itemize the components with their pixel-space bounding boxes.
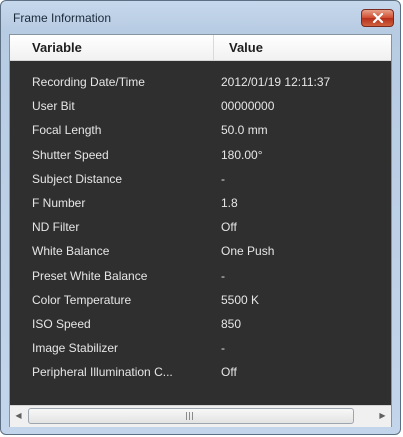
table-row[interactable]: Image Stabilizer - [10, 336, 391, 360]
value-cell: Off [221, 220, 237, 235]
variable-cell: F Number [32, 195, 86, 210]
variable-cell: White Balance [32, 244, 110, 259]
value-cell: - [221, 341, 225, 356]
variable-cell: Preset White Balance [32, 268, 148, 283]
table-row[interactable]: Peripheral Illumination C... Off [10, 360, 391, 384]
frame-info-panel: Variable Value Recording Date/Time 2012/… [9, 34, 392, 427]
variable-cell: Color Temperature [32, 292, 132, 307]
table-row[interactable]: Subject Distance - [10, 167, 391, 191]
value-cell: 2012/01/19 12:11:37 [221, 75, 331, 89]
variable-grid: Variable Value Recording Date/Time 2012/… [10, 35, 391, 405]
variable-cell: Shutter Speed [32, 147, 109, 162]
table-row[interactable]: User Bit 00000000 [10, 94, 391, 118]
caret-right-icon: ▶ [379, 411, 386, 420]
close-button[interactable] [361, 9, 394, 27]
title-bar[interactable]: Frame Information [1, 1, 400, 33]
variable-cell: ISO Speed [32, 316, 91, 331]
column-header-variable[interactable]: Variable [10, 35, 214, 60]
value-cell: 180.00° [221, 147, 263, 162]
horizontal-scrollbar[interactable]: ◀ ▶ [10, 405, 391, 427]
grid-header: Variable Value [10, 35, 391, 61]
variable-cell: Focal Length [32, 123, 102, 138]
caret-left-icon: ◀ [15, 411, 22, 420]
grip-icon [186, 412, 194, 420]
scrollbar-thumb[interactable] [28, 408, 354, 424]
table-row[interactable]: Shutter Speed 180.00° [10, 143, 391, 167]
value-cell: - [221, 171, 225, 186]
variable-cell: Subject Distance [32, 171, 123, 186]
grid-rows: Recording Date/Time 2012/01/19 12:11:37 … [10, 70, 391, 384]
table-row[interactable]: ISO Speed 850 [10, 312, 391, 336]
table-row[interactable]: Preset White Balance - [10, 264, 391, 288]
scroll-left-button[interactable]: ◀ [10, 406, 27, 426]
value-cell: 5500 K [221, 292, 260, 307]
value-cell: 1.8 [221, 195, 238, 210]
table-row[interactable]: Focal Length 50.0 mm [10, 118, 391, 142]
variable-cell: Image Stabilizer [32, 341, 119, 356]
variable-cell: Peripheral Illumination C... [32, 365, 173, 380]
table-row[interactable]: Color Temperature 5500 K [10, 288, 391, 312]
table-row[interactable]: White Balance One Push [10, 239, 391, 263]
scroll-right-button[interactable]: ▶ [374, 406, 391, 426]
value-cell: 00000000 [221, 99, 275, 114]
value-cell: 850 [221, 316, 242, 331]
close-icon [372, 13, 383, 23]
frame-information-window: Frame Information Variable Value Recordi… [0, 0, 401, 435]
variable-cell: User Bit [32, 99, 75, 114]
window-title: Frame Information [13, 11, 112, 25]
value-cell: Off [221, 365, 237, 380]
variable-cell: ND Filter [32, 220, 80, 235]
column-header-value[interactable]: Value [215, 35, 391, 60]
variable-cell: Recording Date/Time [32, 75, 145, 89]
value-cell: One Push [221, 244, 275, 259]
value-cell: - [221, 268, 225, 283]
table-row[interactable]: F Number 1.8 [10, 191, 391, 215]
table-row[interactable]: Recording Date/Time 2012/01/19 12:11:37 [10, 70, 391, 94]
table-row[interactable]: ND Filter Off [10, 215, 391, 239]
value-cell: 50.0 mm [221, 123, 268, 138]
